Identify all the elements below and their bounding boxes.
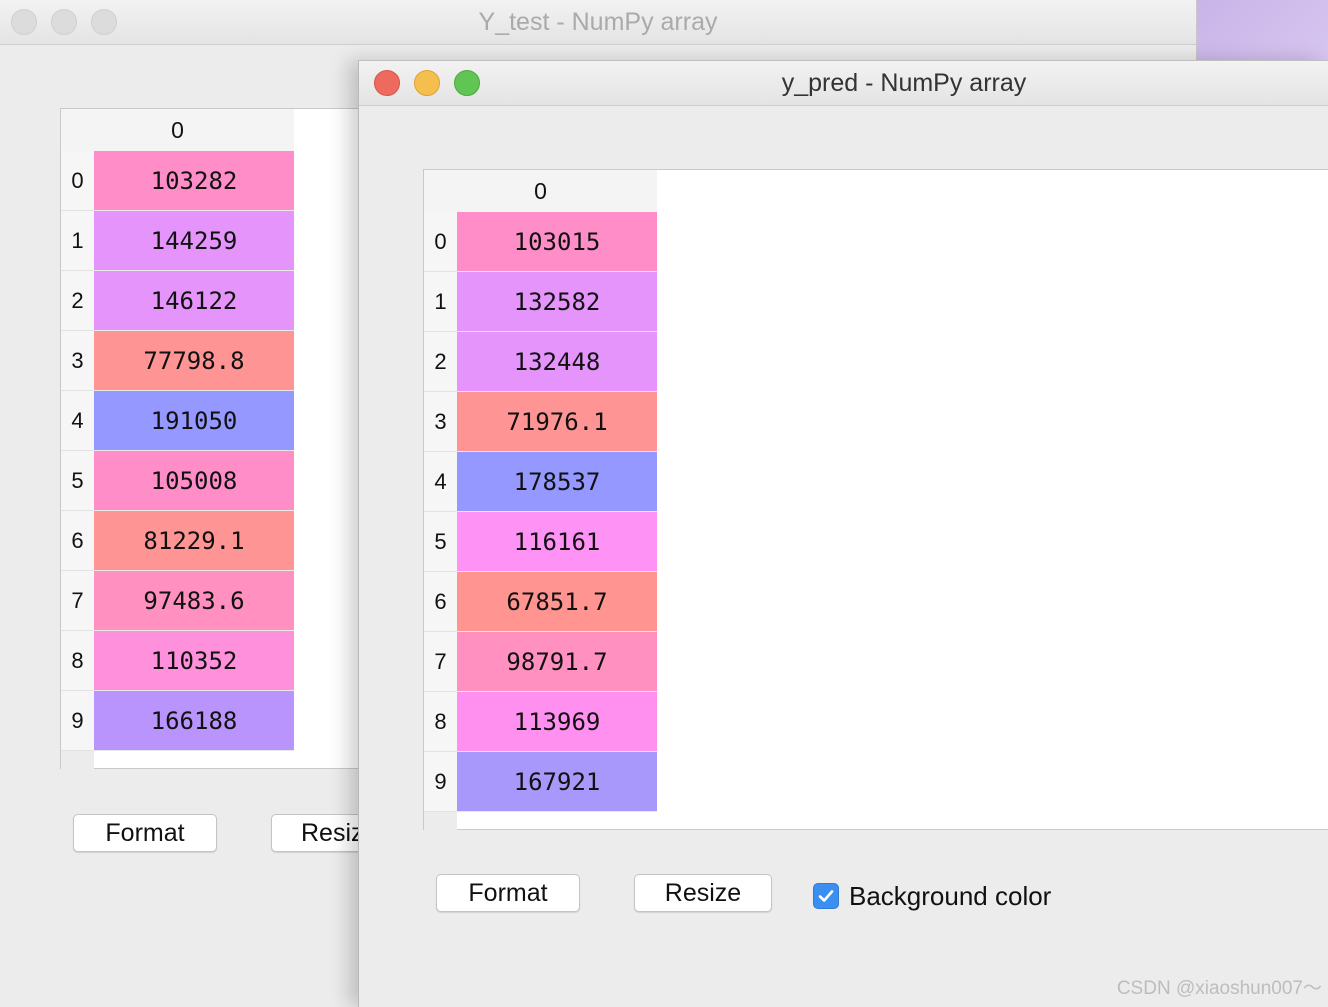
desktop-background: [1196, 0, 1328, 60]
resize-button[interactable]: Resize: [271, 814, 371, 852]
y-pred-titlebar: y_pred - NumPy array: [359, 61, 1328, 106]
background-color-checkbox[interactable]: [813, 883, 839, 909]
row-index[interactable]: 0: [424, 212, 457, 272]
table-cell[interactable]: 144259: [94, 211, 294, 271]
row-index[interactable]: 8: [424, 692, 457, 752]
table-cell[interactable]: 167921: [457, 752, 657, 812]
close-button[interactable]: [374, 70, 400, 96]
row-index[interactable]: 2: [61, 271, 94, 331]
table-cell[interactable]: 132448: [457, 332, 657, 392]
table-cell[interactable]: 105008: [94, 451, 294, 511]
table-corner: [61, 751, 94, 769]
row-index[interactable]: 2: [424, 332, 457, 392]
table-cell[interactable]: 132582: [457, 272, 657, 332]
table-cell[interactable]: 97483.6: [94, 571, 294, 631]
column-header[interactable]: 0: [424, 170, 657, 213]
y-test-titlebar: Y_test - NumPy array: [0, 0, 1196, 45]
array-table[interactable]: 0 0 103015 1 132582 2 132448 3 71976.1 4 178537 5 1…: [423, 169, 1328, 830]
background-color-label[interactable]: Background color: [849, 879, 1051, 913]
checkmark-icon: [818, 890, 834, 902]
table-cell[interactable]: 110352: [94, 631, 294, 691]
y-pred-window: y_pred - NumPy array 0 0 103015 1 132582 2 13…: [358, 60, 1328, 1007]
table-cell[interactable]: 113969: [457, 692, 657, 752]
row-index[interactable]: 8: [61, 631, 94, 691]
row-index[interactable]: 5: [424, 512, 457, 572]
row-index[interactable]: 1: [61, 211, 94, 271]
window-title: Y_test - NumPy array: [478, 8, 718, 36]
format-button[interactable]: Format: [436, 874, 580, 912]
array-table[interactable]: 0 0 103282 1 144259 2 146122 3 77798.8 4 191050 5 1…: [60, 108, 360, 769]
table-cell[interactable]: 98791.7: [457, 632, 657, 692]
table-cell[interactable]: 77798.8: [94, 331, 294, 391]
table-cell[interactable]: 67851.7: [457, 572, 657, 632]
row-index[interactable]: 7: [424, 632, 457, 692]
table-corner: [424, 812, 457, 830]
table-cell[interactable]: 103282: [94, 151, 294, 211]
row-index[interactable]: 4: [61, 391, 94, 451]
resize-button[interactable]: Resize: [634, 874, 772, 912]
table-cell[interactable]: 103015: [457, 212, 657, 272]
table-cell[interactable]: 71976.1: [457, 392, 657, 452]
table-cell[interactable]: 81229.1: [94, 511, 294, 571]
row-index[interactable]: 5: [61, 451, 94, 511]
row-index[interactable]: 9: [61, 691, 94, 751]
watermark: CSDN @xiaoshun007～: [1116, 978, 1322, 999]
table-cell[interactable]: 178537: [457, 452, 657, 512]
table-cell[interactable]: 146122: [94, 271, 294, 331]
column-header[interactable]: 0: [61, 109, 294, 152]
format-button[interactable]: Format: [73, 814, 217, 852]
row-index[interactable]: 6: [61, 511, 94, 571]
minimize-button[interactable]: [414, 70, 440, 96]
window-title: y_pred - NumPy array: [781, 69, 1027, 97]
row-index[interactable]: 3: [61, 331, 94, 391]
table-cell[interactable]: 166188: [94, 691, 294, 751]
row-index[interactable]: 3: [424, 392, 457, 452]
row-index[interactable]: 0: [61, 151, 94, 211]
row-index[interactable]: 1: [424, 272, 457, 332]
row-index[interactable]: 4: [424, 452, 457, 512]
row-index[interactable]: 9: [424, 752, 457, 812]
table-cell[interactable]: 116161: [457, 512, 657, 572]
row-index[interactable]: 7: [61, 571, 94, 631]
row-index[interactable]: 6: [424, 572, 457, 632]
table-cell[interactable]: 191050: [94, 391, 294, 451]
